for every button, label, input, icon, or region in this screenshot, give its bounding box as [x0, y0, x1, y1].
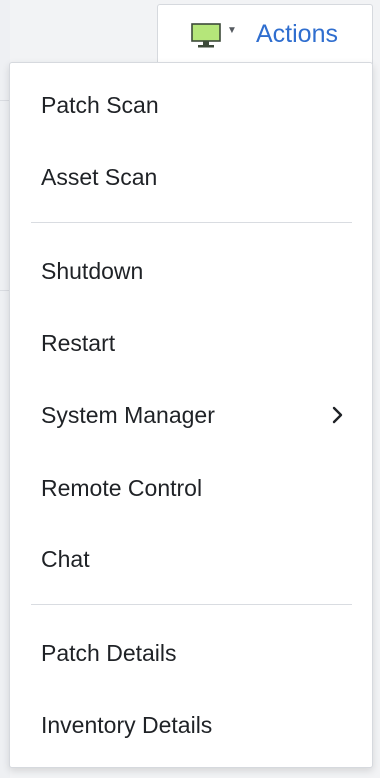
- menu-item-inventory-details[interactable]: Inventory Details: [10, 697, 372, 753]
- actions-menu: Patch Scan Asset Scan Shutdown Restart S…: [9, 62, 373, 768]
- menu-item-remote-control[interactable]: Remote Control: [10, 460, 372, 516]
- menu-item-chat[interactable]: Chat: [10, 531, 372, 587]
- caret-down-icon[interactable]: ▼: [227, 25, 237, 37]
- chevron-right-icon: [332, 406, 343, 424]
- menu-divider: [31, 604, 352, 605]
- menu-divider: [31, 222, 352, 223]
- menu-item-restart[interactable]: Restart: [10, 315, 372, 371]
- actions-dropdown-toggle[interactable]: ▼ Actions: [157, 4, 373, 64]
- menu-item-patch-details[interactable]: Patch Details: [10, 625, 372, 681]
- menu-item-system-manager[interactable]: System Manager: [10, 387, 372, 443]
- menu-item-patch-scan[interactable]: Patch Scan: [10, 77, 372, 133]
- actions-label[interactable]: Actions: [256, 19, 338, 49]
- menu-item-label: System Manager: [41, 402, 215, 428]
- monitor-icon: [191, 23, 221, 48]
- menu-item-asset-scan[interactable]: Asset Scan: [10, 149, 372, 205]
- menu-item-shutdown[interactable]: Shutdown: [10, 243, 372, 299]
